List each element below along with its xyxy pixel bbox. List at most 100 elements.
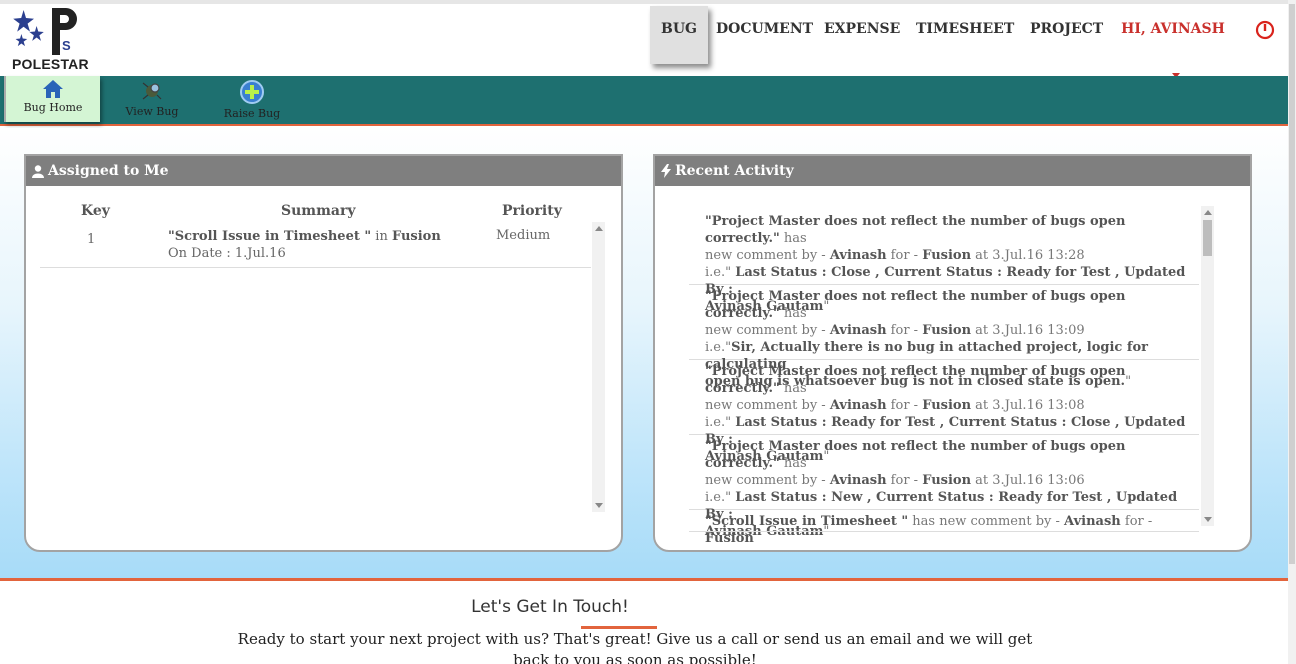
plus-circle-icon: [240, 80, 264, 104]
bug-priority: Medium: [496, 228, 551, 243]
bug-project: Fusion: [391, 229, 441, 244]
activity-line: "Project Master does not reflect the num…: [705, 438, 1195, 472]
activity-highlight: Avinash: [829, 398, 887, 413]
table-row[interactable]: 1 "Scroll Issue in Timesheet " in Fusion…: [40, 222, 591, 268]
activity-line: new comment by - Avinash for - Fusion at…: [705, 472, 1195, 489]
activity-highlight: Fusion: [922, 398, 972, 413]
nav-project[interactable]: PROJECT: [1030, 6, 1103, 64]
activity-line: "Scroll Issue in Timesheet " has new com…: [705, 513, 1195, 547]
activity-text: i.e.": [705, 340, 732, 355]
activity-highlight: "Scroll Issue in Timesheet ": [705, 514, 909, 529]
activity-highlight: Avinash: [829, 248, 887, 263]
activity-highlight: "Project Master does not reflect the num…: [705, 289, 1126, 321]
recent-activity-title: Recent Activity: [675, 163, 794, 179]
subnav-bug-home-label: Bug Home: [23, 101, 83, 114]
activity-line: new comment by - Avinash for - Fusion at…: [705, 322, 1195, 339]
assigned-panel-title: Assigned to Me: [48, 163, 169, 179]
bug-subnav: Bug Home View Bug Raise Bug: [0, 76, 1288, 126]
activity-text: i.e.": [705, 265, 736, 280]
activity-item[interactable]: "Project Master does not reflect the num…: [689, 285, 1199, 389]
bolt-icon: [661, 164, 671, 178]
activity-item[interactable]: "Scroll Issue in Timesheet " has new com…: [689, 510, 1199, 546]
activity-text: has: [779, 231, 807, 246]
activity-text: i.e.": [705, 415, 736, 430]
bug-key: 1: [87, 232, 96, 247]
activity-text: for -: [886, 248, 923, 263]
nav-bug[interactable]: BUG: [650, 6, 708, 64]
nav-timesheet[interactable]: TIMESHEET: [916, 6, 1014, 64]
assigned-scrollbar[interactable]: [592, 222, 605, 512]
scroll-down-icon[interactable]: [595, 503, 603, 508]
activity-highlight: Fusion: [922, 323, 972, 338]
activity-line: "Project Master does not reflect the num…: [705, 213, 1195, 247]
scroll-up-icon[interactable]: [1204, 210, 1212, 215]
recent-activity-panel: Recent Activity "Project Master does not…: [653, 154, 1252, 552]
user-menu-label: HI, AVINASH: [1121, 21, 1225, 37]
activity-highlight: "Project Master does not reflect the num…: [705, 364, 1126, 396]
activity-highlight: "Project Master does not reflect the num…: [705, 439, 1126, 471]
column-summary: Summary: [281, 203, 356, 219]
activity-text: has: [779, 381, 807, 396]
page-scrollbar[interactable]: [1288, 0, 1296, 664]
activity-highlight: Fusion: [705, 531, 754, 546]
activity-text: i.e.": [705, 490, 736, 505]
bug-date: On Date : 1.Jul.16: [168, 246, 286, 261]
nav-expense[interactable]: EXPENSE: [824, 6, 900, 64]
window-top-border: [0, 0, 1296, 4]
activity-scrollbar-thumb[interactable]: [1203, 220, 1212, 256]
activity-item[interactable]: "Project Master does not reflect the num…: [689, 435, 1199, 539]
activity-line: new comment by - Avinash for - Fusion at…: [705, 397, 1195, 414]
activity-highlight: "Project Master does not reflect the num…: [705, 214, 1126, 246]
contact-footer: Let's Get In Touch! Ready to start your …: [0, 578, 1288, 664]
nav-document[interactable]: DOCUMENT: [716, 6, 813, 64]
activity-line: "Project Master does not reflect the num…: [705, 363, 1195, 397]
activity-text: new comment by -: [705, 473, 830, 488]
activity-highlight: Fusion: [922, 473, 972, 488]
activity-text: at 3.Jul.16 13:28: [971, 248, 1085, 263]
activity-text: for -: [886, 473, 923, 488]
user-menu[interactable]: HI, AVINASH: [1118, 6, 1228, 78]
page-scrollbar-thumb[interactable]: [1289, 4, 1295, 564]
column-priority: Priority: [502, 203, 562, 219]
subnav-view-bug[interactable]: View Bug: [110, 76, 194, 122]
activity-line: new comment by - Avinash for - Fusion at…: [705, 247, 1195, 264]
activity-highlight: Avinash: [829, 473, 887, 488]
bug-title: "Scroll Issue in Timesheet ": [168, 229, 372, 244]
bug-in-text: in: [375, 229, 388, 244]
activity-highlight: Fusion: [922, 248, 972, 263]
activity-item[interactable]: "Project Master does not reflect the num…: [689, 210, 1199, 314]
subnav-bug-home[interactable]: Bug Home: [4, 76, 100, 122]
activity-text: has new comment by -: [908, 514, 1065, 529]
column-key: Key: [81, 203, 110, 219]
activity-text: has: [779, 306, 807, 321]
recent-activity-header: Recent Activity: [655, 156, 1250, 186]
activity-text: new comment by -: [705, 248, 830, 263]
activity-scrollbar[interactable]: [1201, 206, 1214, 526]
user-icon: [32, 164, 44, 178]
subnav-raise-bug[interactable]: Raise Bug: [210, 76, 294, 122]
activity-text: for -: [886, 323, 923, 338]
view-bug-icon: [142, 82, 162, 100]
bug-summary[interactable]: "Scroll Issue in Timesheet " in Fusion O…: [168, 228, 441, 262]
top-navigation: BUG DOCUMENT EXPENSE TIMESHEET PROJECT H…: [0, 6, 1296, 78]
scroll-up-icon[interactable]: [595, 226, 603, 231]
power-icon[interactable]: [1255, 20, 1275, 40]
footer-text: Ready to start your next project with us…: [237, 630, 1033, 664]
activity-text: new comment by -: [705, 323, 830, 338]
activity-text: for -: [1120, 514, 1153, 529]
assigned-panel-header: Assigned to Me: [26, 156, 621, 186]
subnav-raise-bug-label: Raise Bug: [223, 107, 281, 120]
activity-text: for -: [886, 398, 923, 413]
activity-line: "Project Master does not reflect the num…: [705, 288, 1195, 322]
activity-text: at 3.Jul.16 13:06: [971, 473, 1085, 488]
scroll-down-icon[interactable]: [1204, 517, 1212, 522]
activity-text: new comment by -: [705, 398, 830, 413]
assigned-panel: Assigned to Me Key Summary Priority 1 "S…: [24, 154, 623, 552]
home-icon: [43, 80, 63, 98]
activity-text: at 3.Jul.16 13:09: [971, 323, 1085, 338]
activity-item[interactable]: "Project Master does not reflect the num…: [689, 360, 1199, 464]
activity-highlight: Avinash: [829, 323, 887, 338]
activity-text: at 3.Jul.16 13:08: [971, 398, 1085, 413]
subnav-view-bug-label: View Bug: [125, 105, 179, 118]
activity-highlight: Avinash: [1064, 514, 1121, 529]
